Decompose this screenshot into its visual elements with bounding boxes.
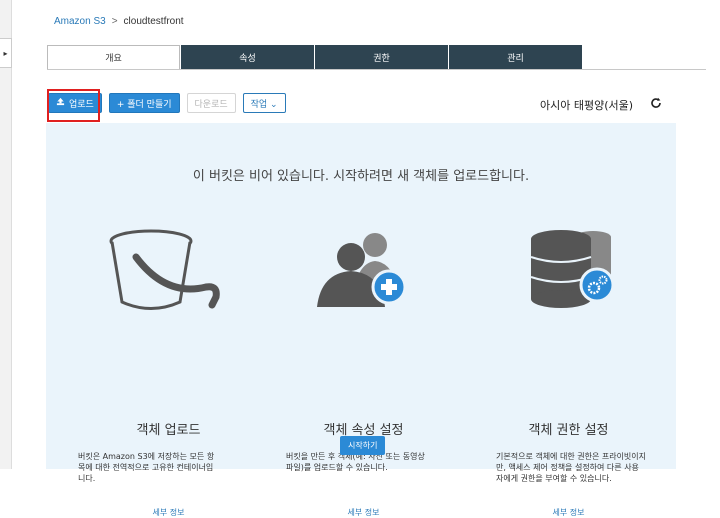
card-upload-title: 객체 업로드 — [136, 423, 201, 438]
breadcrumb: Amazon S3 > cloudtestfront — [54, 16, 184, 27]
empty-bucket-panel: 이 버킷은 비어 있습니다. 시작하려면 새 객체를 업로드합니다. 객체 업로… — [46, 123, 676, 517]
create-folder-button[interactable]: + 폴더 만들기 — [108, 93, 180, 113]
breadcrumb-separator: > — [111, 16, 118, 27]
tab-divider — [47, 69, 706, 70]
refresh-icon[interactable] — [650, 97, 662, 112]
card-permissions-desc: 기본적으로 객체에 대한 권한은 프라이빗이지만, 액세스 제어 정책을 설정하… — [496, 452, 647, 483]
tab-bar: 개요 속성 권한 관리 — [47, 45, 583, 69]
card-properties-more-link[interactable]: 세부 정보 — [271, 507, 456, 518]
breadcrumb-bucket: cloudtestfront — [123, 16, 184, 27]
download-button[interactable]: 다운로드 — [186, 93, 236, 113]
card-upload-desc: 버킷은 Amazon S3에 저장하는 모든 항목에 대한 전역적으로 고유한 … — [78, 452, 215, 483]
tab-properties[interactable]: 속성 — [181, 45, 314, 69]
card-permissions-more-link[interactable]: 세부 정보 — [476, 507, 661, 518]
empty-bucket-message: 이 버킷은 비어 있습니다. 시작하려면 새 객체를 업로드합니다. — [192, 169, 530, 184]
bucket-icon — [106, 227, 231, 317]
upload-highlight-box — [47, 89, 100, 122]
tab-overview[interactable]: 개요 — [47, 45, 180, 69]
get-started-button[interactable]: 시작하기 — [340, 436, 386, 455]
breadcrumb-root[interactable]: Amazon S3 — [54, 16, 106, 27]
users-add-icon — [313, 227, 413, 317]
database-gear-icon — [521, 227, 621, 317]
card-permissions-title: 객체 권한 설정 — [528, 423, 609, 438]
card-upload-more-link[interactable]: 세부 정보 — [76, 507, 261, 518]
region-label: 아시아 태평양(서울) — [540, 99, 634, 112]
side-panel-handle[interactable]: ▸ — [0, 0, 12, 469]
chevron-right-icon[interactable]: ▸ — [0, 38, 12, 68]
tab-management[interactable]: 관리 — [449, 45, 582, 69]
actions-dropdown[interactable]: 작업 ⌄ — [242, 93, 286, 113]
tab-permissions[interactable]: 권한 — [315, 45, 448, 69]
